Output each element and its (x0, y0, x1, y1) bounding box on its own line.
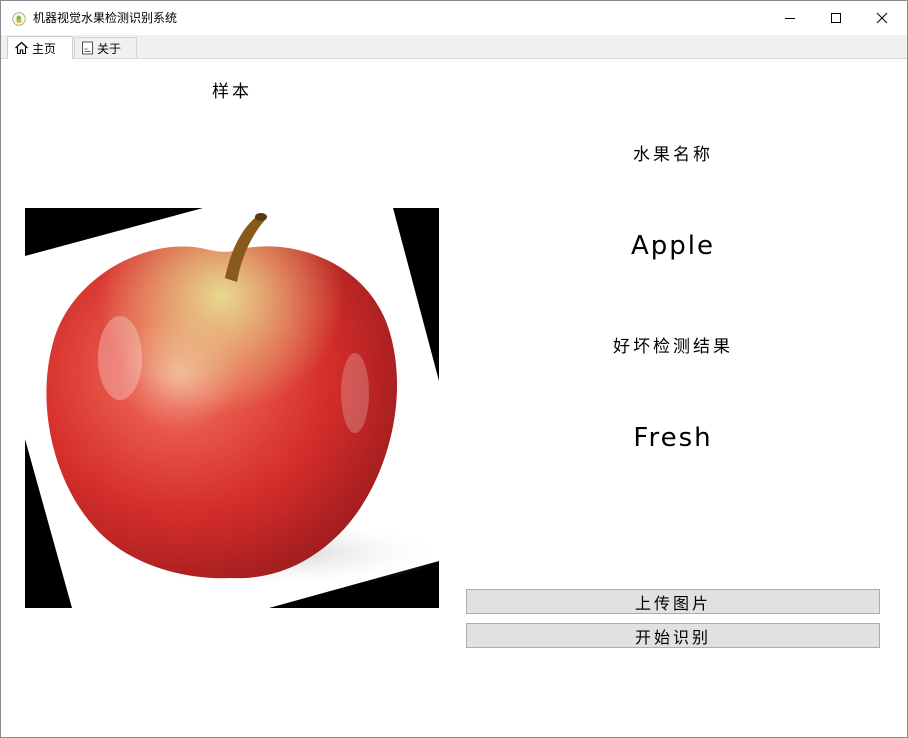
close-icon (876, 12, 888, 24)
app-logo-icon (12, 11, 26, 26)
close-button[interactable] (859, 1, 905, 35)
fruit-name-label: 水果名称 (633, 145, 713, 165)
title-bar[interactable]: 机器视觉水果检测识别系统 (1, 1, 907, 35)
sample-label: 样本 (212, 82, 252, 102)
tab-bar: 主页 关于 (1, 35, 907, 59)
maximize-icon (831, 13, 841, 23)
apple-image (25, 208, 439, 608)
main-panel: 样本 水果名称 Apple 好坏检测结果 Fresh 上传图片 开始识别 (1, 59, 907, 737)
minimize-icon (785, 18, 795, 19)
tab-home-label: 主页 (32, 41, 57, 56)
tab-about[interactable]: 关于 (74, 37, 137, 58)
start-recognition-button[interactable]: 开始识别 (466, 623, 880, 648)
tab-about-label: 关于 (97, 41, 122, 56)
app-window: 机器视觉水果检测识别系统 主页 关于 样本 水果名称 Apple 好坏检测结果 … (0, 0, 908, 738)
document-icon (81, 41, 94, 55)
quality-value: Fresh (633, 423, 713, 453)
fruit-name-value: Apple (630, 231, 715, 261)
tab-home[interactable]: 主页 (7, 36, 73, 59)
upload-image-button[interactable]: 上传图片 (466, 589, 880, 614)
quality-label: 好坏检测结果 (613, 337, 733, 357)
window-title: 机器视觉水果检测识别系统 (33, 11, 178, 25)
home-icon (14, 41, 29, 55)
maximize-button[interactable] (813, 1, 859, 35)
minimize-button[interactable] (767, 1, 813, 35)
sample-image (25, 208, 439, 608)
